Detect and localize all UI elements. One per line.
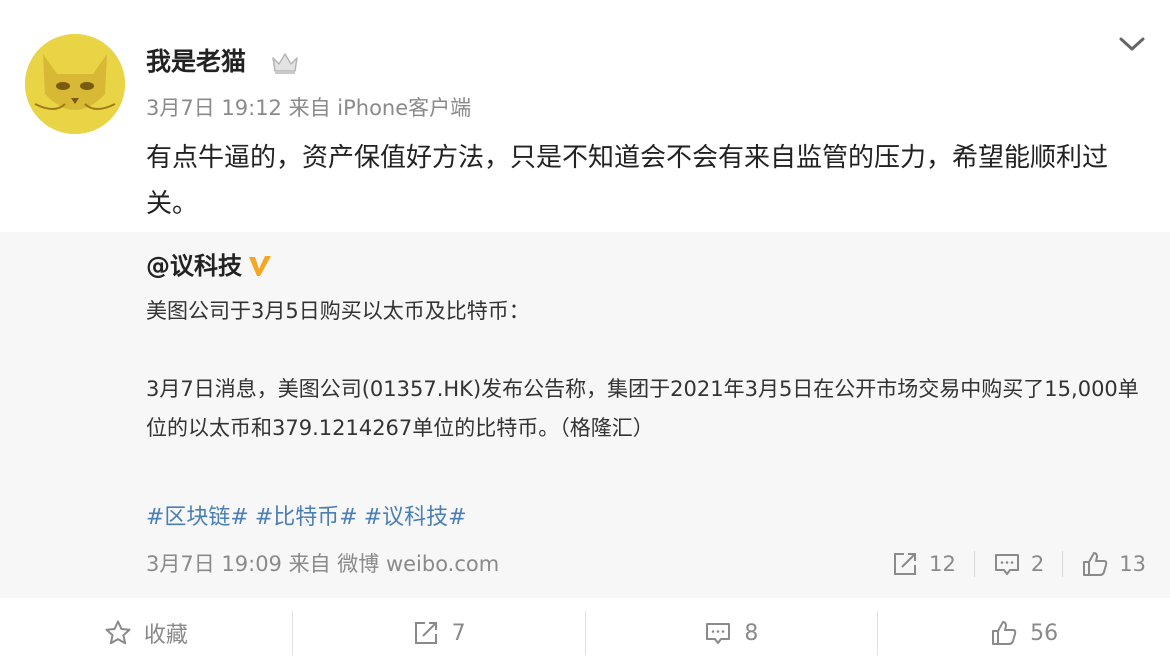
favorite-label: 收藏	[143, 623, 188, 648]
verified-icon	[249, 256, 271, 276]
post-meta: 3月7日 19:12 来自 iPhone客户端	[146, 96, 472, 120]
repost-actions: 12 2 13	[891, 546, 1170, 582]
repost-repost-count: 12	[929, 552, 956, 576]
bottom-action-bar: 收藏 7 8 56	[0, 598, 1170, 668]
repost-card[interactable]: @议科技 美图公司于3月5日购买以太币及比特币： 3月7日消息，美图公司(013…	[0, 232, 1170, 598]
repost-icon	[414, 622, 437, 644]
weibo-post: 我是老猫 3月7日 19:12 来自 iPhone客户端 有点牛逼的，资产保值好…	[0, 0, 1170, 598]
hashtag-1[interactable]: #区块链#	[146, 505, 249, 530]
divider	[1062, 551, 1064, 577]
repost-body: 美图公司于3月5日购买以太币及比特币： 3月7日消息，美图公司(01357.HK…	[146, 292, 1146, 448]
comment-icon	[706, 623, 731, 644]
repost-count: 7	[451, 620, 466, 646]
post-text: 有点牛逼的，资产保值好方法，只是不知道会不会有来自监管的压力，希望能顺利过关。	[146, 143, 1109, 219]
like-count: 56	[1030, 620, 1059, 646]
like-button[interactable]: 56	[878, 619, 1170, 647]
repost-icon	[894, 553, 917, 575]
hashtags: #区块链# #比特币# #议科技#	[146, 502, 473, 534]
comment-button[interactable]: 8	[586, 619, 878, 647]
repost-like-count: 13	[1119, 552, 1146, 576]
divider	[973, 551, 975, 577]
hashtag-3[interactable]: #议科技#	[364, 505, 467, 530]
repost-comment-count: 2	[1030, 552, 1045, 576]
crown-icon	[272, 53, 298, 74]
repost-author[interactable]: @议科技	[146, 250, 242, 282]
hashtag-2[interactable]: #比特币#	[255, 505, 358, 530]
star-icon	[105, 620, 131, 645]
repost-meta: 3月7日 19:09 来自 微博 weibo.com	[146, 552, 500, 576]
comment-icon	[994, 554, 1019, 575]
repost-comment-button[interactable]: 2	[993, 546, 1044, 582]
repost-like-button[interactable]: 13	[1081, 546, 1146, 582]
repost-line-2: 3月7日消息，美图公司(01357.HK)发布公告称，集团于2021年3月5日在…	[146, 377, 1139, 440]
chevron-down-icon[interactable]	[1118, 34, 1146, 54]
favorite-button[interactable]: 收藏	[0, 617, 292, 649]
comment-count: 8	[744, 620, 759, 646]
like-icon	[992, 621, 1017, 645]
like-icon	[1083, 552, 1108, 576]
username[interactable]: 我是老猫	[146, 45, 246, 79]
repost-button[interactable]: 7	[293, 619, 585, 647]
repost-repost-button[interactable]: 12	[891, 546, 956, 582]
repost-line-1: 美图公司于3月5日购买以太币及比特币：	[146, 299, 530, 323]
avatar[interactable]	[25, 34, 125, 134]
